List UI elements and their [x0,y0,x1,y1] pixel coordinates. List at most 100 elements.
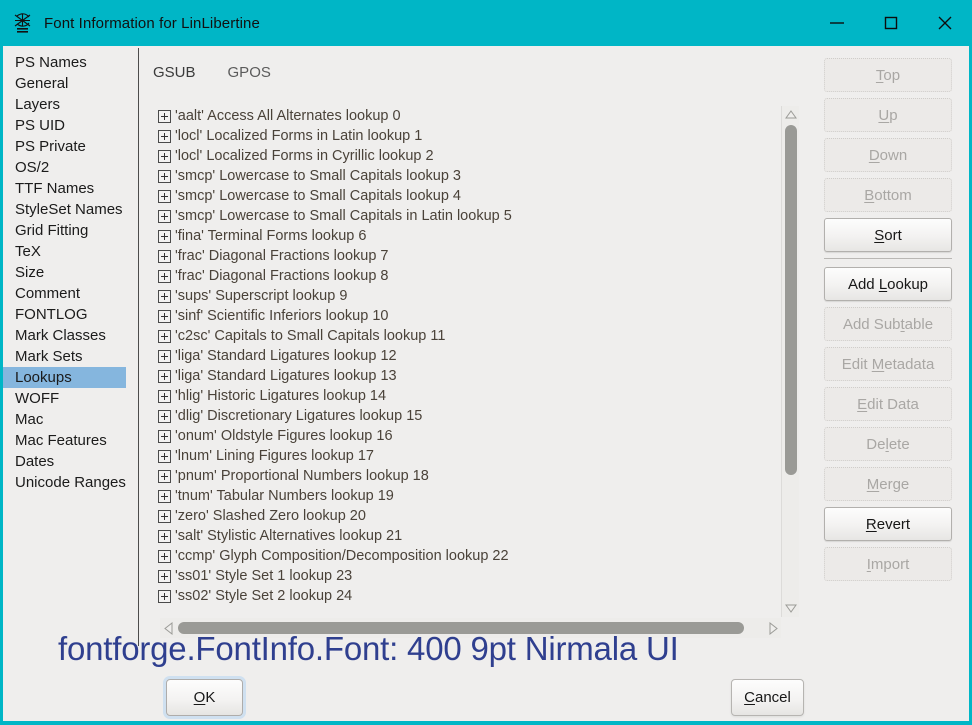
sidebar-item-lookups[interactable]: Lookups [3,367,126,388]
scroll-down-arrow-icon[interactable] [782,600,800,617]
expand-plus-icon[interactable] [158,209,171,223]
expand-plus-icon[interactable] [158,389,171,403]
sidebar-item-comment[interactable]: Comment [3,283,138,304]
expand-plus-icon[interactable] [158,469,171,483]
sidebar-item-ps-private[interactable]: PS Private [3,136,138,157]
sidebar-item-mark-classes[interactable]: Mark Classes [3,325,138,346]
expand-plus-icon[interactable] [158,129,171,143]
lookup-label: 'smcp' Lowercase to Small Capitals looku… [175,168,461,184]
lookup-row[interactable]: 'onum' Oldstyle Figures lookup 16 [158,426,798,446]
cancel-button[interactable]: Cancel [731,679,804,716]
sidebar-item-dates[interactable]: Dates [3,451,138,472]
lookup-row[interactable]: 'tnum' Tabular Numbers lookup 19 [158,486,798,506]
expand-plus-icon[interactable] [158,189,171,203]
expand-plus-icon[interactable] [158,529,171,543]
settings-category-list[interactable]: PS Names General Layers PS UID PS Private OS/… [3,48,138,668]
expand-plus-icon[interactable] [158,489,171,503]
expand-plus-icon[interactable] [158,289,171,303]
expand-plus-icon[interactable] [158,549,171,563]
lookup-row[interactable]: 'ss02' Style Set 2 lookup 24 [158,586,798,606]
sidebar-item-mark-sets[interactable]: Mark Sets [3,346,138,367]
expand-plus-icon[interactable] [158,449,171,463]
lookup-row[interactable]: 'sinf' Scientific Inferiors lookup 10 [158,306,798,326]
lookup-row[interactable]: 'aalt' Access All Alternates lookup 0 [158,106,798,126]
add-subtable-button: Add Subtable [824,307,952,341]
lookup-row[interactable]: 'ccmp' Glyph Composition/Decomposition l… [158,546,798,566]
sidebar-item-os-2[interactable]: OS/2 [3,157,138,178]
revert-button[interactable]: Revert [824,507,952,541]
scroll-up-arrow-icon[interactable] [782,106,800,123]
lookup-row[interactable]: 'dlig' Discretionary Ligatures lookup 15 [158,406,798,426]
lookup-row[interactable]: 'frac' Diagonal Fractions lookup 8 [158,266,798,286]
sort-button[interactable]: Sort [824,218,952,252]
lookup-label: 'salt' Stylistic Alternatives lookup 21 [175,528,403,544]
button-label: Add Lookup [847,275,929,293]
expand-plus-icon[interactable] [158,229,171,243]
lookup-row[interactable]: 'fina' Terminal Forms lookup 6 [158,226,798,246]
lookup-row[interactable]: 'lnum' Lining Figures lookup 17 [158,446,798,466]
tab-gpos[interactable]: GPOS [225,62,274,83]
lookup-row[interactable]: 'c2sc' Capitals to Small Capitals lookup… [158,326,798,346]
scroll-right-arrow-icon[interactable] [765,618,781,638]
lookup-row[interactable]: 'hlig' Historic Ligatures lookup 14 [158,386,798,406]
lookup-list[interactable]: 'aalt' Access All Alternates lookup 0 'lo… [158,106,798,616]
tab-gsub[interactable]: GSUB [150,62,199,83]
expand-plus-icon[interactable] [158,309,171,323]
expand-plus-icon[interactable] [158,329,171,343]
lookup-actions-panel[interactable]: Top Up Down Bottom Sort Add Lookup Add Subtabl… [824,58,952,587]
add-lookup-button[interactable]: Add Lookup [824,267,952,301]
window-title: Font Information for LinLibertine [44,14,260,32]
expand-plus-icon[interactable] [158,109,171,123]
sidebar-item-mac[interactable]: Mac [3,409,138,430]
minimize-button[interactable] [810,0,864,46]
close-button[interactable] [918,0,972,46]
lookup-row[interactable]: 'ss01' Style Set 1 lookup 23 [158,566,798,586]
lookup-row[interactable]: 'pnum' Proportional Numbers lookup 18 [158,466,798,486]
ok-button[interactable]: OK [166,679,243,716]
window-border-bottom [0,721,972,725]
lookup-label: 'frac' Diagonal Fractions lookup 7 [175,248,389,264]
lookup-row[interactable]: 'salt' Stylistic Alternatives lookup 21 [158,526,798,546]
lookup-row[interactable]: 'liga' Standard Ligatures lookup 12 [158,346,798,366]
lookup-row[interactable]: 'smcp' Lowercase to Small Capitals looku… [158,166,798,186]
expand-plus-icon[interactable] [158,169,171,183]
lookup-row[interactable]: 'liga' Standard Ligatures lookup 13 [158,366,798,386]
expand-plus-icon[interactable] [158,249,171,263]
sidebar-item-ps-uid[interactable]: PS UID [3,115,138,136]
lookup-row[interactable]: 'smcp' Lowercase to Small Capitals looku… [158,186,798,206]
sidebar-item-size[interactable]: Size [3,262,138,283]
expand-plus-icon[interactable] [158,409,171,423]
sidebar-item-fontlog[interactable]: FONTLOG [3,304,138,325]
lookup-row[interactable]: 'locl' Localized Forms in Latin lookup 1 [158,126,798,146]
lookup-label: 'smcp' Lowercase to Small Capitals looku… [175,188,461,204]
expand-plus-icon[interactable] [158,349,171,363]
cancel-button-label: Cancel [744,689,791,706]
expand-plus-icon[interactable] [158,369,171,383]
expand-plus-icon[interactable] [158,569,171,583]
sidebar-item-ttf-names[interactable]: TTF Names [3,178,138,199]
lookup-list-vertical-scrollbar[interactable] [781,106,799,617]
lookup-row[interactable]: 'sups' Superscript lookup 9 [158,286,798,306]
sidebar-item-unicode-ranges[interactable]: Unicode Ranges [3,472,138,493]
vertical-scroll-thumb[interactable] [785,125,797,475]
lookup-row[interactable]: 'zero' Slashed Zero lookup 20 [158,506,798,526]
button-label: Revert [865,515,911,533]
sidebar-item-tex[interactable]: TeX [3,241,138,262]
maximize-button[interactable] [864,0,918,46]
expand-plus-icon[interactable] [158,429,171,443]
expand-plus-icon[interactable] [158,509,171,523]
sidebar-item-grid-fitting[interactable]: Grid Fitting [3,220,138,241]
sidebar-item-layers[interactable]: Layers [3,94,138,115]
lookup-row[interactable]: 'locl' Localized Forms in Cyrillic looku… [158,146,798,166]
lookup-row[interactable]: 'frac' Diagonal Fractions lookup 7 [158,246,798,266]
lookup-row[interactable]: 'smcp' Lowercase to Small Capitals in La… [158,206,798,226]
sidebar-item-mac-features[interactable]: Mac Features [3,430,138,451]
sidebar-item-general[interactable]: General [3,73,138,94]
expand-plus-icon[interactable] [158,269,171,283]
sidebar-item-woff[interactable]: WOFF [3,388,138,409]
expand-plus-icon[interactable] [158,589,171,603]
sidebar-item-ps-names[interactable]: PS Names [3,52,138,73]
sidebar-item-styleset-names[interactable]: StyleSet Names [3,199,138,220]
expand-plus-icon[interactable] [158,149,171,163]
lookup-table-tabs[interactable]: GSUB GPOS [150,62,274,83]
